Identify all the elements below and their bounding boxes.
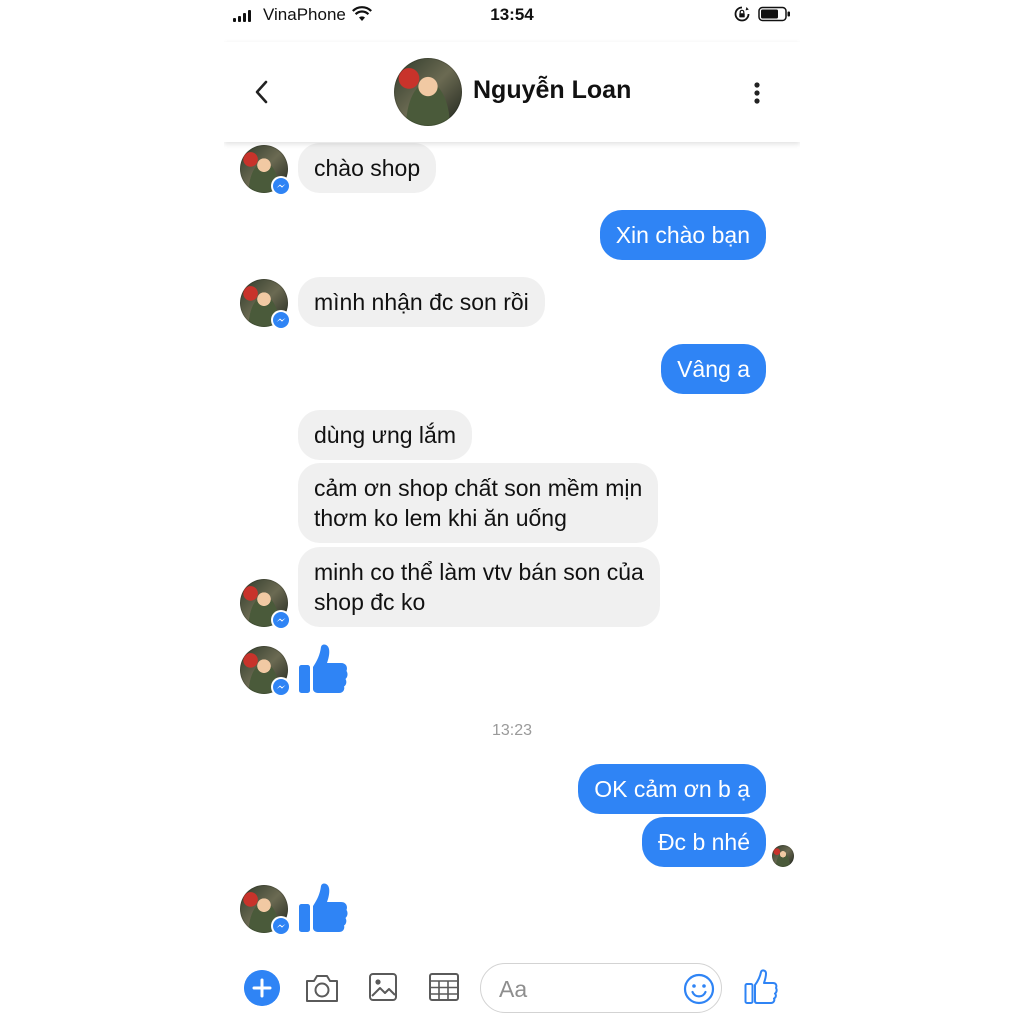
messenger-badge-icon [271,310,291,330]
incoming-message[interactable]: dùng ưng lắm [298,410,472,460]
message-composer [224,955,800,1024]
outgoing-message[interactable]: Đc b nhé [641,817,766,867]
contact-avatar-small[interactable] [240,145,291,196]
like-icon[interactable] [744,969,778,1005]
incoming-message[interactable]: cảm ơn shop chất son mềm mịn thơm ko lem… [298,463,659,543]
contact-avatar-small[interactable] [240,279,291,330]
contact-name[interactable]: Nguyễn Loan [473,76,631,105]
read-receipt-avatar [772,845,794,867]
like-sticker-icon[interactable] [298,882,348,934]
outgoing-message[interactable]: OK cảm ơn b ạ [578,764,766,814]
camera-icon[interactable] [304,972,340,1004]
grid-icon[interactable] [428,971,460,1003]
plus-icon[interactable] [244,970,280,1006]
message-line: thơm ko lem khi ăn uống [314,505,567,531]
more-options-icon[interactable] [749,80,765,106]
emoji-icon[interactable] [683,973,715,1005]
messenger-screen: VinaPhone 13:54 Nguyễn Loan chào shop Xi… [224,0,800,1024]
contact-avatar-small[interactable] [240,579,291,630]
message-line: minh co thể làm vtv bán son của [314,559,644,585]
image-icon[interactable] [368,971,398,1003]
clock: 13:54 [490,5,534,24]
back-arrow-icon[interactable] [252,78,272,106]
incoming-message[interactable]: chào shop [298,143,437,193]
messenger-badge-icon [271,176,291,196]
message-input[interactable] [499,976,669,1002]
message-line: shop đc ko [314,589,426,615]
contact-avatar-small[interactable] [240,885,291,936]
message-line: cảm ơn shop chất son mềm mịn [314,475,643,501]
battery-icon [758,6,790,22]
status-bar: VinaPhone 13:54 [224,0,800,30]
like-sticker-icon[interactable] [298,643,348,695]
conversation-header: Nguyễn Loan [224,42,800,142]
time-divider: 13:23 [491,722,533,739]
contact-avatar[interactable] [394,58,462,126]
messenger-badge-icon [271,610,291,630]
rotation-lock-icon [734,6,750,22]
messenger-badge-icon [271,677,291,697]
outgoing-message[interactable]: Xin chào bạn [599,210,766,260]
outgoing-message[interactable]: Vâng a [661,344,766,394]
messenger-badge-icon [271,916,291,936]
contact-avatar-small[interactable] [240,646,291,697]
message-field[interactable] [480,963,722,1013]
incoming-message[interactable]: minh co thể làm vtv bán son của shop đc … [298,547,660,627]
incoming-message[interactable]: mình nhận đc son rồi [298,277,545,327]
